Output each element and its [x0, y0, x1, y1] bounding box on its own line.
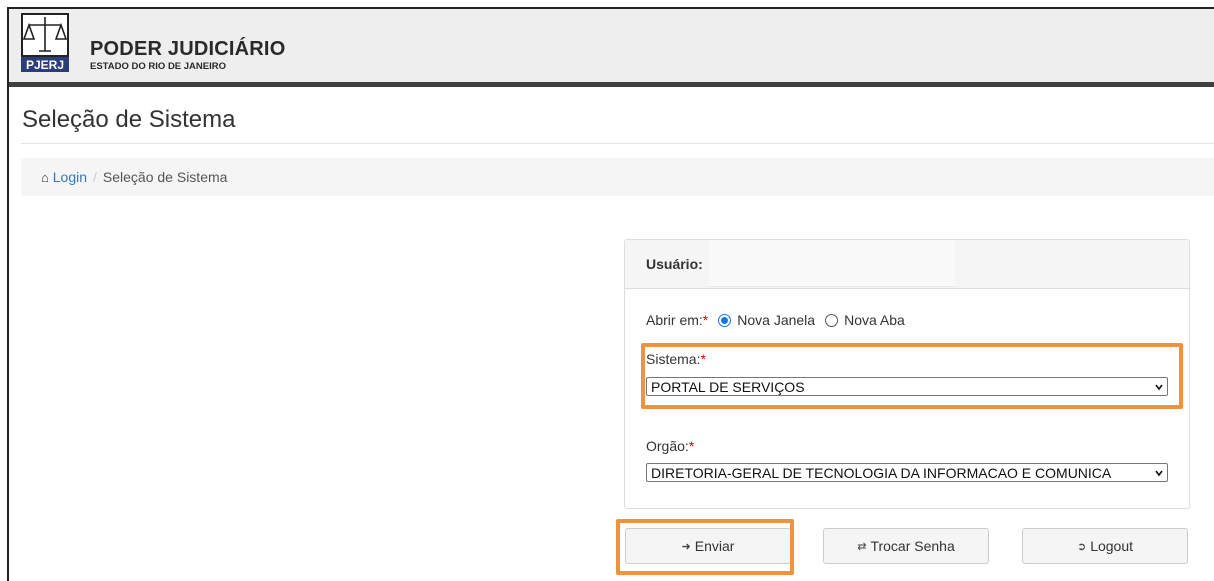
sistema-highlight-box: [641, 343, 1183, 409]
trocar-senha-label: Trocar Senha: [870, 538, 955, 554]
home-icon[interactable]: ⌂: [41, 170, 49, 185]
breadcrumb-current: Seleção de Sistema: [102, 169, 228, 185]
required-marker: *: [688, 438, 695, 454]
orgao-select[interactable]: DIRETORIA-GERAL DE TECNOLOGIA DA INFORMA…: [646, 463, 1168, 482]
retweet-icon: ⇄: [857, 540, 867, 553]
pjerj-logo: PJERJ: [21, 13, 69, 72]
open-in-label: Abrir em:: [646, 312, 703, 328]
title-divider: [21, 143, 1214, 144]
page-title: Seleção de Sistema: [22, 106, 236, 133]
required-marker: *: [702, 312, 709, 328]
logout-button[interactable]: ➲ Logout: [1022, 528, 1188, 564]
logo-text: PJERJ: [26, 58, 64, 72]
brand-subtitle: ESTADO DO RIO DE JANEIRO: [90, 61, 227, 72]
nova-janela-label[interactable]: Nova Janela: [737, 312, 815, 328]
log-out-icon: ➲: [1076, 540, 1087, 553]
nova-aba-label[interactable]: Nova Aba: [844, 312, 905, 328]
breadcrumb-login-link[interactable]: Login: [53, 169, 87, 185]
logout-label: Logout: [1090, 538, 1134, 554]
breadcrumb: ⌂ Login / Seleção de Sistema: [21, 158, 1214, 196]
user-label: Usuário:: [646, 256, 703, 272]
header-divider: [9, 82, 1214, 87]
radio-nova-aba[interactable]: [825, 313, 839, 327]
radio-nova-janela[interactable]: [718, 313, 732, 327]
chevron-down-icon: [1155, 470, 1163, 477]
breadcrumb-separator: /: [93, 169, 97, 185]
orgao-label: Orgão:*: [646, 438, 694, 454]
enviar-highlight-box: [616, 519, 794, 575]
panel-heading: Usuário:: [625, 240, 1189, 289]
site-header: PJERJ PODER JUDICIÁRIO ESTADO DO RIO DE …: [9, 9, 1214, 82]
brand-title: PODER JUDICIÁRIO: [90, 38, 286, 60]
orgao-label-text: Orgão:: [646, 438, 689, 454]
user-name-redacted: [709, 240, 955, 287]
orgao-select-value: DIRETORIA-GERAL DE TECNOLOGIA DA INFORMA…: [651, 465, 1112, 481]
trocar-senha-button[interactable]: ⇄ Trocar Senha: [823, 528, 989, 564]
open-in-row: Abrir em: * Nova Janela Nova Aba: [646, 312, 905, 328]
